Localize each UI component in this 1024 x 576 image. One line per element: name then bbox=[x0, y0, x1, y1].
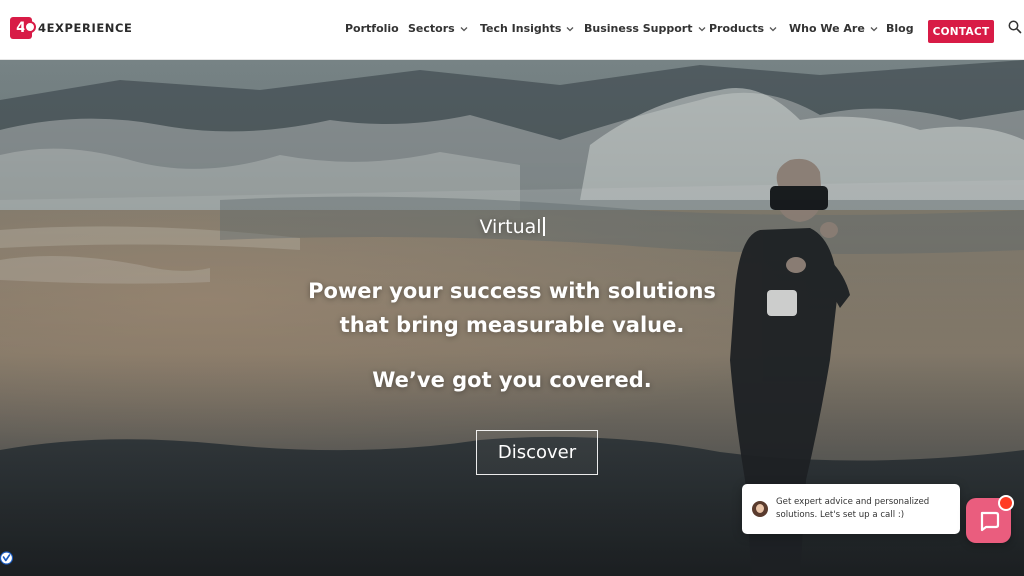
chevron-down-icon bbox=[870, 26, 878, 31]
chat-prompt-bubble[interactable]: Get expert advice and personalized solut… bbox=[742, 484, 960, 534]
chevron-down-icon bbox=[566, 26, 574, 31]
chat-prompt-message: Get expert advice and personalized solut… bbox=[776, 497, 930, 520]
nav-item-sectors[interactable]: Sectors bbox=[408, 22, 468, 35]
contact-button[interactable]: CONTACT bbox=[928, 20, 994, 43]
agent-avatar bbox=[752, 501, 768, 517]
chevron-down-icon bbox=[460, 26, 468, 31]
chevron-down-icon bbox=[698, 26, 705, 31]
nav-item-label: Who We Are bbox=[789, 22, 865, 35]
nav-item-who-we-are[interactable]: Who We Are bbox=[789, 22, 878, 35]
nav-item-label: Tech Insights bbox=[480, 22, 562, 35]
nav-item-label: Sectors bbox=[408, 22, 455, 35]
nav-item-label: Portfolio bbox=[345, 22, 399, 35]
nav-item-portfolio[interactable]: Portfolio bbox=[345, 22, 399, 35]
hero-subtagline: We’ve got you covered. bbox=[372, 368, 652, 392]
discover-button[interactable]: Discover bbox=[476, 430, 598, 475]
brand-logo[interactable]: 4 4EXPERIENCE bbox=[10, 17, 133, 39]
accessibility-icon[interactable] bbox=[0, 551, 13, 565]
nav-item-business-support[interactable]: Business Support bbox=[584, 22, 706, 35]
tagline-line-2: that bring measurable value. bbox=[339, 313, 685, 337]
notification-dot bbox=[998, 495, 1014, 511]
brand-name: 4EXPERIENCE bbox=[38, 21, 133, 35]
nav-item-label: Blog bbox=[886, 22, 914, 35]
nav-item-products[interactable]: Products bbox=[709, 22, 777, 35]
search-icon[interactable] bbox=[1008, 20, 1022, 34]
nav-item-label: Business Support bbox=[584, 22, 693, 35]
logo-mark-icon: 4 bbox=[10, 17, 36, 39]
nav-item-blog[interactable]: Blog bbox=[886, 22, 914, 35]
logo-mark-glyph: 4 bbox=[16, 20, 26, 36]
chevron-down-icon bbox=[769, 26, 777, 31]
nav-item-label: Products bbox=[709, 22, 765, 35]
hero-tagline: Power your success with solutions that b… bbox=[0, 274, 1024, 342]
nav-item-tech-insights[interactable]: Tech Insights bbox=[480, 22, 574, 35]
typing-cursor bbox=[542, 217, 545, 236]
tagline-line-1: Power your success with solutions bbox=[308, 279, 716, 303]
chat-icon bbox=[980, 511, 999, 531]
typed-word: Virtual bbox=[479, 216, 542, 238]
typed-headline: Virtual bbox=[0, 216, 1024, 238]
site-header: 4 4EXPERIENCE Portfolio Sectors Tech Ins… bbox=[0, 0, 1024, 60]
